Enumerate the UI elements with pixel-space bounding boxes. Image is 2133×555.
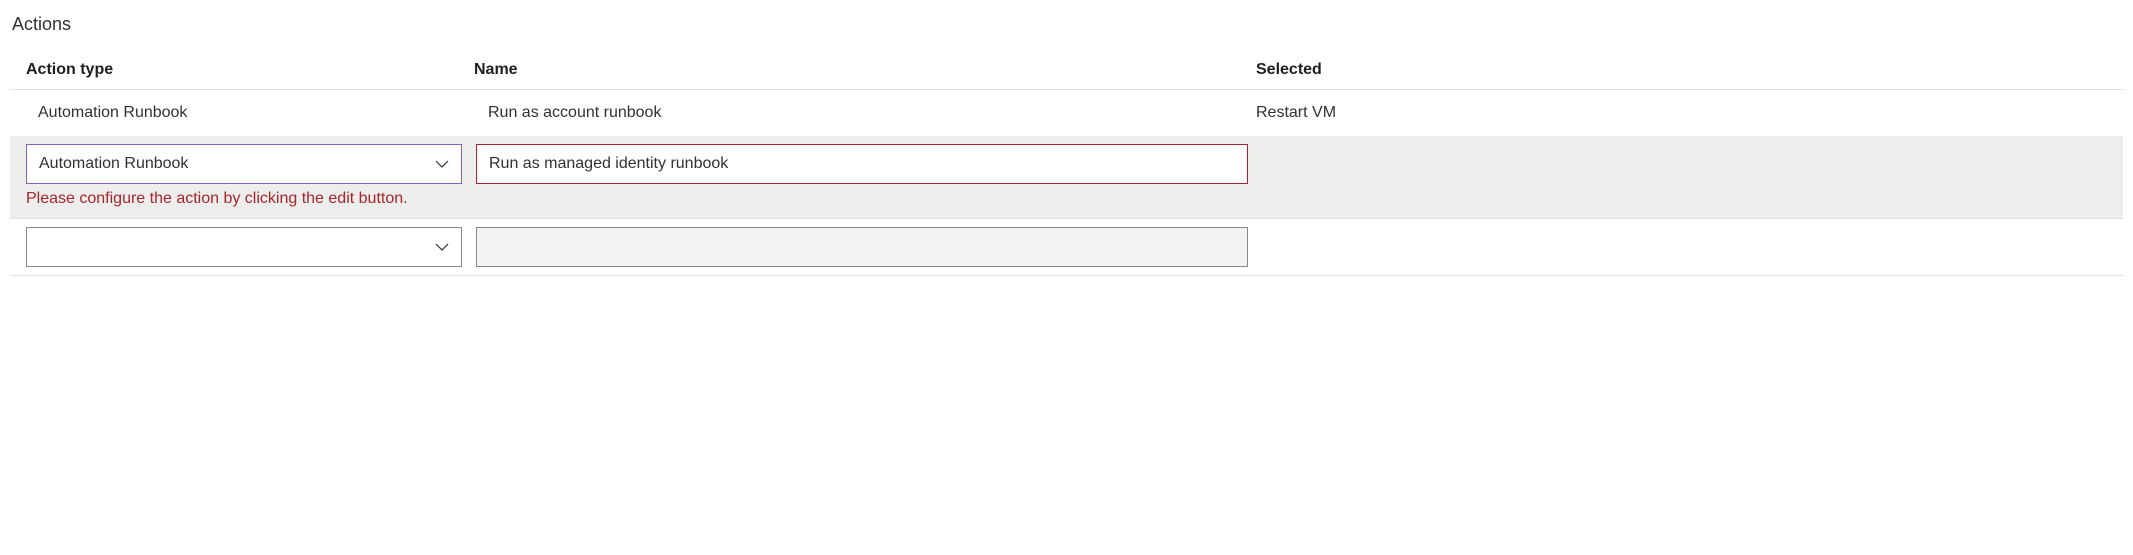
selected-value: Restart VM (1250, 104, 2123, 122)
table-row: Automation Runbook Please configure the … (10, 136, 2123, 219)
action-type-dropdown[interactable] (26, 227, 462, 267)
header-selected: Selected (1250, 61, 2123, 79)
header-action-type: Action type (10, 61, 460, 79)
name-input[interactable] (476, 144, 1248, 184)
name-value: Run as account runbook (460, 104, 1250, 122)
table-row: Automation Runbook Run as account runboo… (10, 90, 2123, 136)
action-type-value: Automation Runbook (10, 104, 460, 122)
actions-table: Action type Name Selected Automation Run… (10, 53, 2123, 276)
chevron-down-icon (435, 240, 449, 254)
chevron-down-icon (435, 157, 449, 171)
action-type-dropdown[interactable]: Automation Runbook (26, 144, 462, 184)
header-name: Name (460, 61, 1250, 79)
table-header-row: Action type Name Selected (10, 53, 2123, 90)
name-input[interactable] (476, 227, 1248, 267)
table-row (10, 219, 2123, 276)
error-message: Please configure the action by clicking … (10, 184, 2123, 210)
dropdown-value: Automation Runbook (39, 155, 188, 173)
section-title: Actions (10, 14, 2123, 35)
